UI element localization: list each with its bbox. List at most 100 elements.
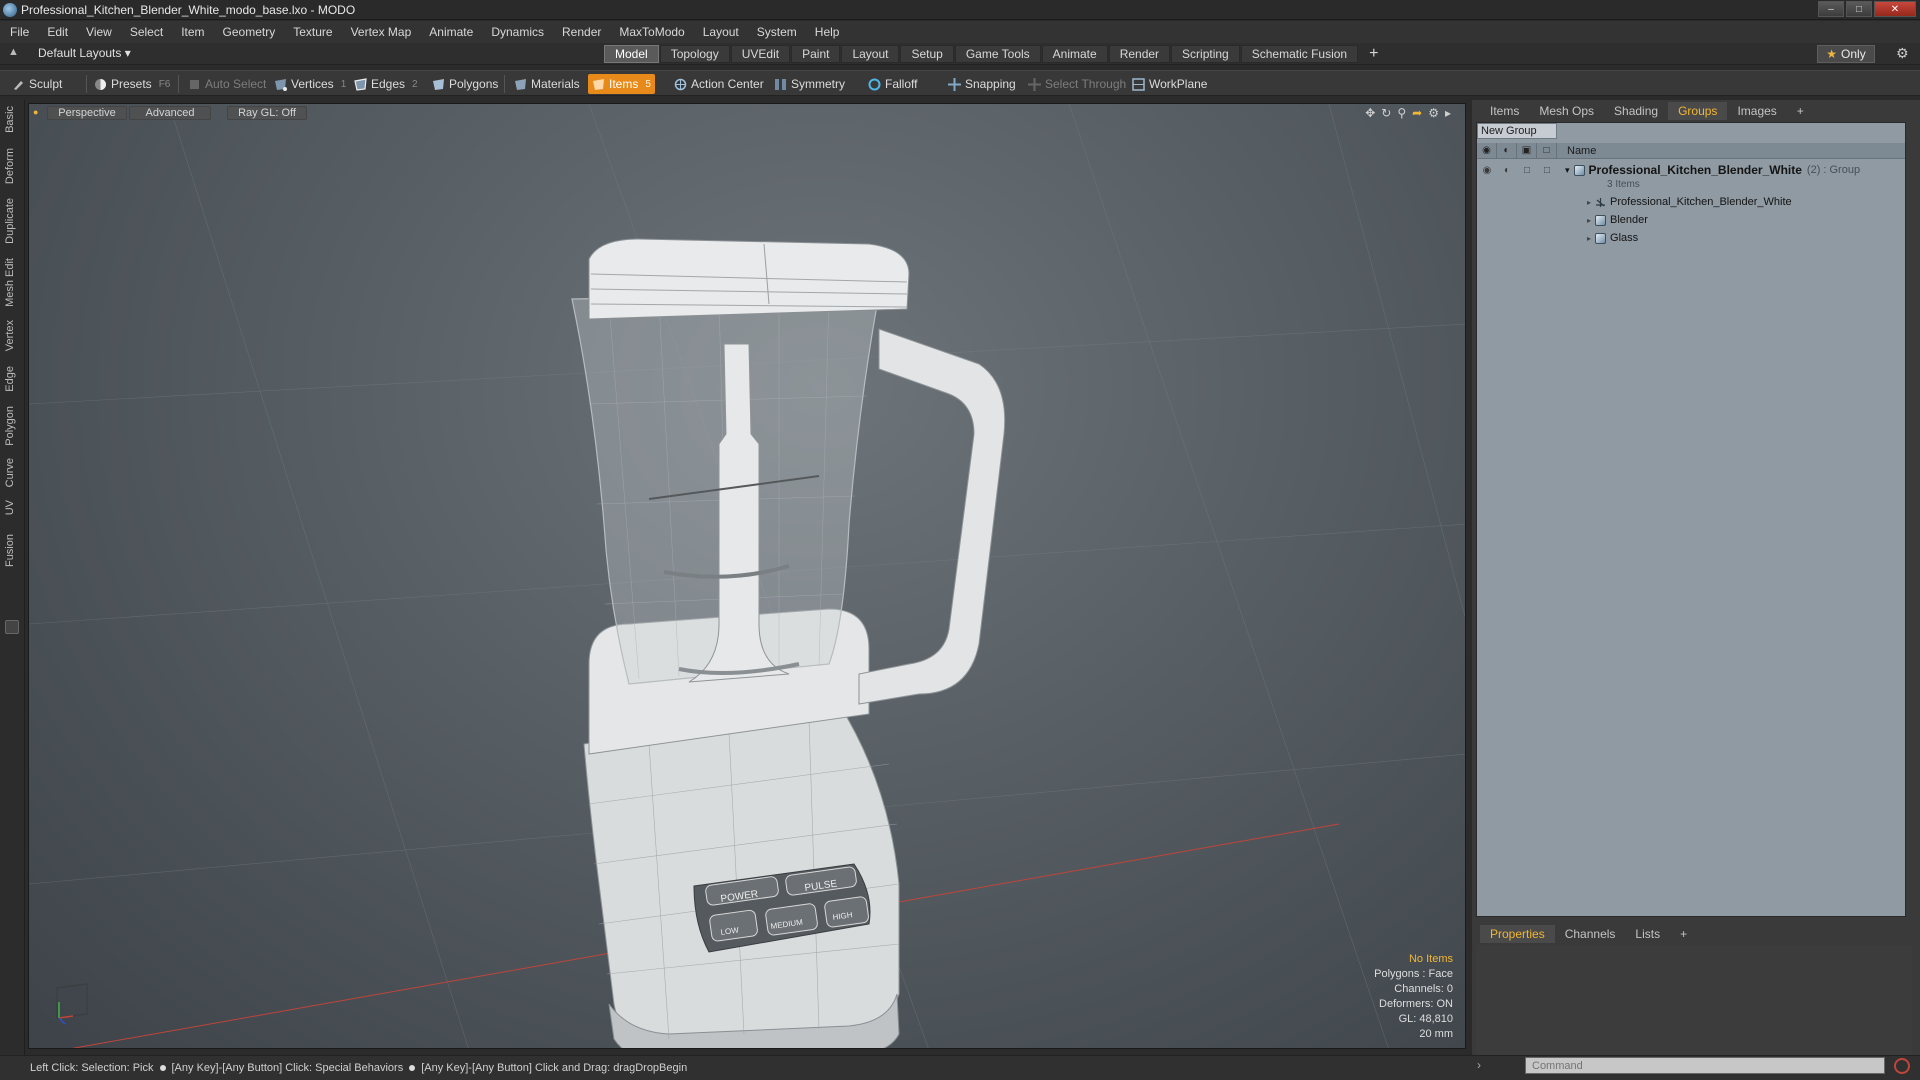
close-icon[interactable]: ✕ <box>1874 1 1916 17</box>
add-tab-icon[interactable]: + <box>1359 45 1388 63</box>
eye-icon[interactable]: ◉ <box>1477 162 1497 178</box>
select-toggle-icon[interactable]: □ <box>1537 162 1557 178</box>
command-input[interactable] <box>1525 1057 1885 1074</box>
raygl-button[interactable]: Ray GL: Off <box>227 106 307 120</box>
render-toggle-icon[interactable]: ◐ <box>1497 162 1517 178</box>
expand-icon[interactable]: ▸ <box>1587 216 1591 225</box>
vtab-fusion[interactable]: Fusion <box>4 534 16 567</box>
lock-toggle-icon[interactable]: □ <box>1517 162 1537 178</box>
tab-layout[interactable]: Layout <box>841 45 900 63</box>
select-column-icon[interactable]: □ <box>1537 142 1557 159</box>
command-history-icon[interactable]: › <box>1477 1058 1481 1072</box>
vtab-curve[interactable]: Curve <box>4 458 16 487</box>
expand-icon[interactable]: ▸ <box>1445 106 1451 120</box>
visibility-column-icon[interactable]: ◉ <box>1477 142 1497 159</box>
vtab-deform[interactable]: Deform <box>4 148 16 184</box>
vtab-basic[interactable]: Basic <box>4 106 16 133</box>
menu-edit[interactable]: Edit <box>47 25 68 39</box>
tab-channels[interactable]: Channels <box>1555 925 1626 943</box>
zoom-icon[interactable]: ⚲ <box>1397 106 1406 120</box>
action-center-button[interactable]: Action Center <box>670 74 768 94</box>
3d-viewport[interactable]: POWER PULSE LOW MEDIUM HIGH ● Perspectiv… <box>28 103 1466 1049</box>
materials-button[interactable]: Materials <box>510 74 584 94</box>
polygons-button[interactable]: Polygons <box>428 74 502 94</box>
toolbox-toggle-icon[interactable] <box>5 620 19 634</box>
vtab-polygon[interactable]: Polygon <box>4 406 16 446</box>
list-item[interactable]: ▸ Blender <box>1477 211 1905 229</box>
menu-dynamics[interactable]: Dynamics <box>491 25 544 39</box>
vtab-mesh-edit[interactable]: Mesh Edit <box>4 258 16 307</box>
tab-properties[interactable]: Properties <box>1480 925 1555 943</box>
menu-vertex-map[interactable]: Vertex Map <box>351 25 412 39</box>
workplane-button[interactable]: WorkPlane <box>1128 74 1211 94</box>
minimize-icon[interactable]: – <box>1818 1 1844 17</box>
layout-selector[interactable]: Default Layouts ▾ <box>38 46 131 60</box>
tab-setup[interactable]: Setup <box>900 45 954 63</box>
auto-select-button[interactable]: Auto Select <box>184 74 270 94</box>
tab-scripting[interactable]: Scripting <box>1171 45 1240 63</box>
menu-maxtomodo[interactable]: MaxToModo <box>619 25 684 39</box>
expand-icon[interactable]: ▸ <box>1587 234 1591 243</box>
vtab-duplicate[interactable]: Duplicate <box>4 198 16 244</box>
vtab-vertex[interactable]: Vertex <box>4 320 16 351</box>
viewport-settings-icon[interactable]: ⚙ <box>1428 106 1439 120</box>
falloff-button[interactable]: Falloff <box>864 74 921 94</box>
menu-file[interactable]: File <box>10 25 29 39</box>
menu-geometry[interactable]: Geometry <box>223 25 276 39</box>
vertices-button[interactable]: Vertices 1 <box>270 74 350 94</box>
render-column-icon[interactable]: ◐ <box>1497 142 1517 159</box>
add-panel-tab-icon[interactable]: + <box>1787 102 1814 120</box>
tab-render[interactable]: Render <box>1108 45 1171 63</box>
sculpt-button[interactable]: Sculpt <box>8 74 66 94</box>
viewport-menu-icon[interactable]: ● <box>33 107 38 117</box>
menu-animate[interactable]: Animate <box>429 25 473 39</box>
tab-images[interactable]: Images <box>1727 102 1786 120</box>
vtab-uv[interactable]: UV <box>4 500 16 515</box>
expand-icon[interactable]: ▸ <box>1587 198 1591 207</box>
menu-texture[interactable]: Texture <box>293 25 332 39</box>
edges-button[interactable]: Edges 2 <box>350 74 422 94</box>
tab-uvedit[interactable]: UVEdit <box>730 45 791 63</box>
list-item[interactable]: ▸ Glass <box>1477 229 1905 247</box>
collapse-icon[interactable]: ▾ <box>1565 165 1570 176</box>
menu-help[interactable]: Help <box>815 25 840 39</box>
snapping-button[interactable]: Snapping <box>944 74 1020 94</box>
menu-select[interactable]: Select <box>130 25 163 39</box>
menu-system[interactable]: System <box>757 25 797 39</box>
rotate-icon[interactable]: ↻ <box>1381 106 1391 120</box>
tab-shading[interactable]: Shading <box>1604 102 1668 120</box>
menu-view[interactable]: View <box>86 25 112 39</box>
list-item[interactable]: ▸ Professional_Kitchen_Blender_White <box>1477 193 1905 211</box>
name-column-header[interactable]: Name <box>1557 145 1596 157</box>
lock-column-icon[interactable]: ▣ <box>1517 142 1537 159</box>
presets-button[interactable]: Presets F6 <box>90 74 174 94</box>
fit-view-icon[interactable]: ➦ <box>1412 106 1422 120</box>
tab-animate[interactable]: Animate <box>1041 45 1108 63</box>
tab-mesh-ops[interactable]: Mesh Ops <box>1529 102 1604 120</box>
tab-topology[interactable]: Topology <box>659 45 730 63</box>
menu-layout[interactable]: Layout <box>703 25 739 39</box>
symmetry-button[interactable]: Symmetry <box>770 74 849 94</box>
tab-game-tools[interactable]: Game Tools <box>954 45 1041 63</box>
maximize-icon[interactable]: □ <box>1846 1 1872 17</box>
tab-lists[interactable]: Lists <box>1625 925 1670 943</box>
only-button[interactable]: ★ Only <box>1817 45 1875 63</box>
add-properties-tab-icon[interactable]: + <box>1670 925 1697 943</box>
menu-item[interactable]: Item <box>181 25 204 39</box>
stop-command-icon[interactable] <box>1894 1058 1910 1074</box>
tab-items[interactable]: Items <box>1480 102 1529 120</box>
gear-icon[interactable]: ⚙ <box>1896 45 1909 62</box>
pan-icon[interactable]: ✥ <box>1365 106 1375 120</box>
layout-collapse-icon[interactable]: ▲ <box>8 46 19 58</box>
vtab-edge[interactable]: Edge <box>4 366 16 392</box>
tab-groups[interactable]: Groups <box>1668 102 1728 120</box>
tab-paint[interactable]: Paint <box>791 45 841 63</box>
tab-model[interactable]: Model <box>604 45 659 63</box>
shading-mode-button[interactable]: Advanced <box>129 106 211 120</box>
tab-schematic-fusion[interactable]: Schematic Fusion <box>1240 45 1359 63</box>
menu-render[interactable]: Render <box>562 25 601 39</box>
view-type-button[interactable]: Perspective <box>47 106 127 120</box>
select-through-button[interactable]: Select Through <box>1024 74 1130 94</box>
items-button[interactable]: Items 5 <box>588 74 655 94</box>
new-group-button[interactable]: New Group <box>1477 123 1557 139</box>
